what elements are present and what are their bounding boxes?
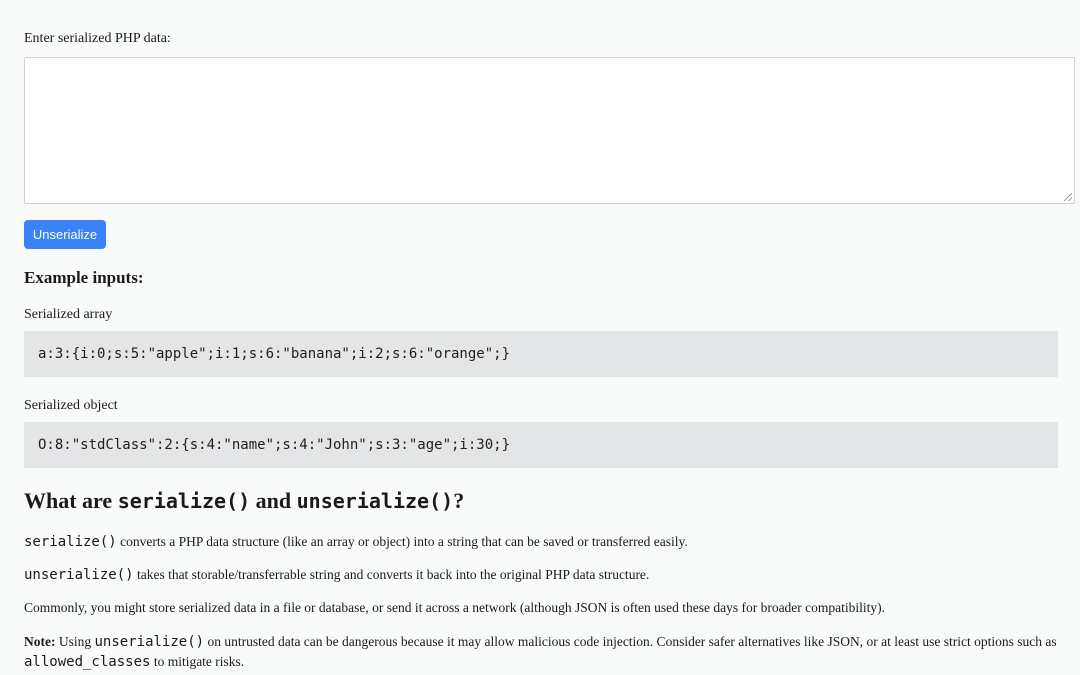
- note-text-3: to mitigate risks.: [150, 654, 245, 669]
- note-label: Note:: [24, 634, 56, 649]
- note-text-2: on untrusted data can be dangerous becau…: [204, 634, 1057, 649]
- serialized-data-textarea[interactable]: [24, 57, 1075, 204]
- serialize-description: serialize() converts a PHP data structur…: [24, 532, 1058, 552]
- unserialize-code: unserialize(): [24, 567, 134, 583]
- example-object-label: Serialized object: [24, 398, 118, 413]
- example-array-label: Serialized array: [24, 307, 113, 322]
- usage-description: Commonly, you might store serialized dat…: [24, 600, 886, 615]
- about-heading: What are serialize() and unserialize()?: [24, 486, 464, 516]
- serialize-code: serialize(): [24, 534, 117, 550]
- about-heading-text-2: and: [250, 488, 297, 513]
- serialized-input-label: Enter serialized PHP data:: [24, 31, 171, 46]
- example-object-code: O:8:"stdClass":2:{s:4:"name";s:4:"John";…: [24, 422, 1058, 468]
- unserialize-button[interactable]: Unserialize: [24, 220, 106, 249]
- example-inputs-heading: Example inputs:: [24, 268, 144, 287]
- resize-handle-icon[interactable]: [1064, 193, 1072, 201]
- unserialize-description: unserialize() takes that storable/transf…: [24, 565, 1058, 585]
- unserialize-text: takes that storable/transferrable string…: [133, 567, 650, 582]
- about-heading-text-1: What are: [24, 488, 118, 513]
- example-array-code: a:3:{i:0;s:5:"apple";i:1;s:6:"banana";i:…: [24, 331, 1058, 377]
- about-heading-code-2: unserialize(): [296, 489, 454, 513]
- serialize-text: converts a PHP data structure (like an a…: [116, 534, 688, 549]
- note-code-allowed-classes: allowed_classes: [24, 654, 151, 670]
- security-note: Note: Using unserialize() on untrusted d…: [24, 632, 1058, 672]
- about-heading-code-1: serialize(): [117, 489, 251, 513]
- about-heading-text-3: ?: [453, 488, 465, 513]
- note-code-unserialize: unserialize(): [94, 634, 205, 650]
- note-text-1: Using: [55, 634, 95, 649]
